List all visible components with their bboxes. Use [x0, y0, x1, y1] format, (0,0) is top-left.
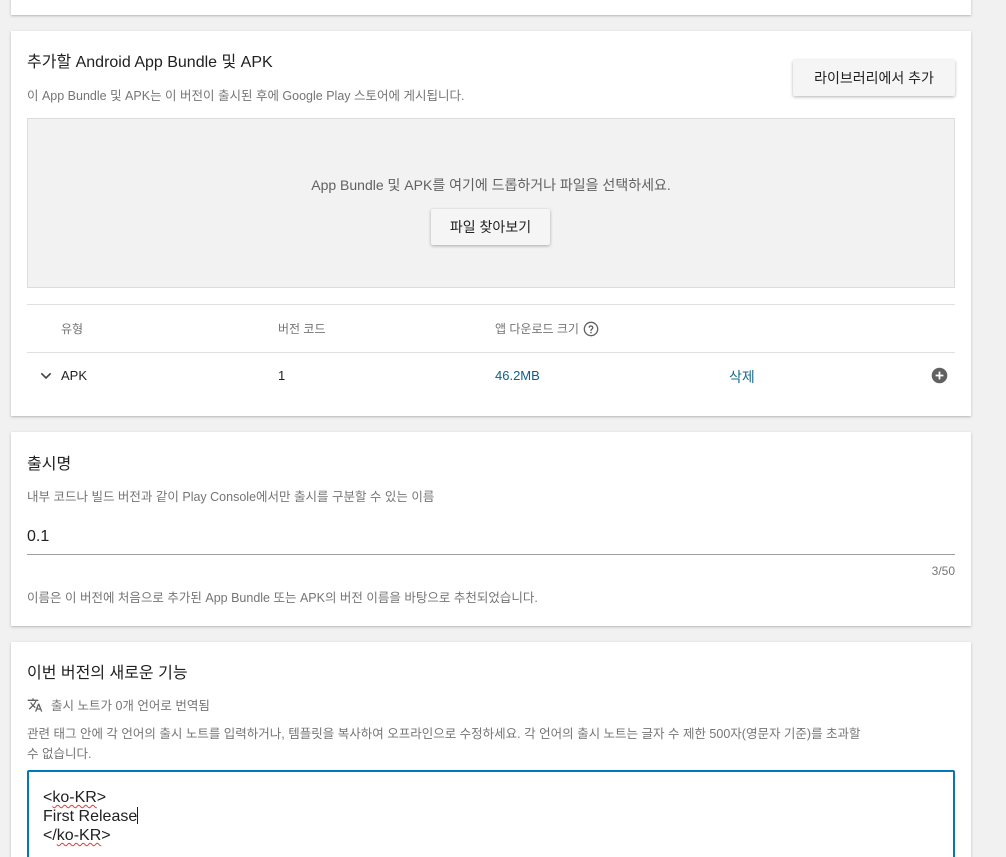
- textarea-line-body: First Release: [43, 807, 939, 826]
- translate-icon: [27, 697, 43, 712]
- release-notes-title: 이번 버전의 새로운 기능: [27, 665, 188, 682]
- file-dropzone[interactable]: App Bundle 및 APK를 여기에 드롭하거나 파일을 선택하세요. 파…: [27, 118, 955, 288]
- release-name-input[interactable]: 0.1: [27, 528, 49, 546]
- open-tag-suffix: >: [96, 789, 107, 806]
- close-tag-suffix: >: [101, 827, 111, 844]
- textarea-line-open-tag: <ko-KR>: [43, 788, 939, 807]
- row-type: APK: [61, 368, 88, 383]
- release-name-subtitle: 내부 코드나 빌드 버전과 같이 Play Console에서만 출시를 구분할…: [27, 490, 435, 504]
- table-header-divider: [27, 352, 955, 353]
- close-tag-prefix: </: [43, 827, 57, 844]
- row-download-size: 46.2MB: [495, 368, 540, 383]
- release-notes-body: First Release: [43, 808, 138, 825]
- header-type: 유형: [61, 322, 84, 336]
- release-notes-instructions: 관련 태그 안에 각 언어의 출시 노트를 입력하거나, 템플릿을 복사하여 오…: [27, 724, 861, 764]
- table-top-divider: [27, 304, 955, 305]
- open-tag-name: ko-KR: [52, 789, 97, 806]
- release-notes-textarea[interactable]: <ko-KR> First Release </ko-KR>: [27, 770, 955, 857]
- release-name-underline: [27, 554, 955, 555]
- delete-link[interactable]: 삭제: [729, 367, 755, 387]
- instructions-line-1: 관련 태그 안에 각 언어의 출시 노트를 입력하거나, 템플릿을 복사하여 오…: [27, 727, 861, 741]
- text-caret: [137, 807, 139, 824]
- translation-status: 출시 노트가 0개 언어로 번역됨: [27, 695, 210, 714]
- release-name-hint: 이름은 이 버전에 처음으로 추가된 App Bundle 또는 APK의 버전…: [27, 591, 538, 605]
- textarea-line-close-tag: </ko-KR>: [43, 826, 939, 845]
- add-from-library-button[interactable]: 라이브러리에서 추가: [793, 60, 955, 96]
- browse-files-button[interactable]: 파일 찾아보기: [431, 209, 550, 245]
- previous-section-card: [11, 0, 971, 15]
- header-version-code: 버전 코드: [278, 322, 326, 336]
- release-name-card: 출시명 내부 코드나 빌드 버전과 같이 Play Console에서만 출시를…: [11, 432, 971, 626]
- app-bundle-subtitle: 이 App Bundle 및 APK는 이 버전이 출시된 후에 Google …: [27, 89, 465, 103]
- header-download-size-label: 앱 다운로드 크기: [495, 322, 579, 336]
- dropzone-text: App Bundle 및 APK를 여기에 드롭하거나 파일을 선택하세요.: [311, 177, 671, 193]
- app-bundle-title: 추가할 Android App Bundle 및 APK: [27, 54, 273, 71]
- header-download-size: 앱 다운로드 크기: [495, 320, 599, 337]
- app-bundle-card: 추가할 Android App Bundle 및 APK 이 App Bundl…: [11, 31, 971, 416]
- translation-status-text: 출시 노트가 0개 언어로 번역됨: [51, 699, 210, 713]
- row-version-code: 1: [278, 368, 286, 383]
- release-notes-card: 이번 버전의 새로운 기능 출시 노트가 0개 언어로 번역됨 관련 태그 안에…: [11, 642, 971, 857]
- open-tag-prefix: <: [43, 789, 53, 806]
- instructions-line-2: 수 없습니다.: [27, 747, 92, 761]
- release-name-title: 출시명: [27, 456, 72, 473]
- close-tag-name: ko-KR: [56, 827, 102, 844]
- help-circle-icon[interactable]: [583, 321, 599, 337]
- chevron-down-icon[interactable]: [38, 368, 54, 384]
- add-circle-icon[interactable]: [931, 367, 948, 384]
- release-name-counter: 3/50: [931, 564, 955, 578]
